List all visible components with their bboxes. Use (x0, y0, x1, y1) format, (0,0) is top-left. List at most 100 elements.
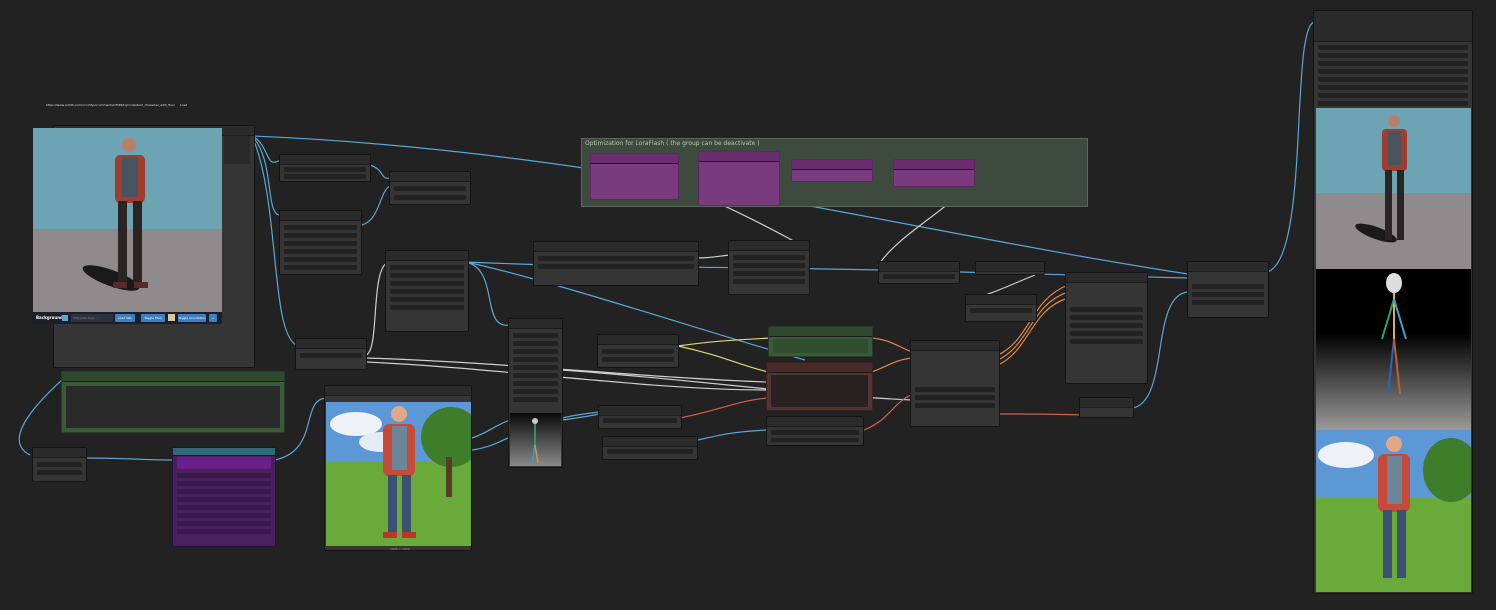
model-sampling-node[interactable] (766, 416, 864, 446)
node-widget[interactable] (538, 264, 694, 269)
node-widget[interactable] (733, 255, 805, 260)
lora-optimizer-node[interactable] (791, 159, 873, 182)
add-button[interactable]: + (209, 314, 217, 322)
settings-node[interactable] (279, 210, 362, 275)
node-widget[interactable] (733, 263, 805, 268)
node-widget[interactable] (177, 505, 271, 510)
empty-latent-node[interactable] (598, 405, 682, 429)
apply-controlnet-node[interactable] (910, 340, 1000, 427)
load-url-button[interactable]: Load URL (115, 314, 135, 322)
negative-conditioning-node[interactable] (766, 362, 873, 411)
node-widget[interactable] (284, 167, 366, 172)
node-widget[interactable] (513, 397, 558, 402)
toggle-annotation-button[interactable]: Toggle Annotation (178, 314, 206, 322)
node-widget[interactable] (602, 349, 674, 354)
node-widget[interactable] (513, 381, 558, 386)
node-widget[interactable] (1192, 284, 1264, 289)
text-encode-node[interactable] (533, 241, 699, 286)
node-widget[interactable] (224, 136, 250, 164)
node-widget[interactable] (390, 273, 464, 278)
node-widget[interactable] (177, 481, 271, 486)
node-widget[interactable] (1318, 77, 1468, 82)
node-widget[interactable] (883, 274, 955, 279)
node-widget[interactable] (284, 174, 366, 179)
node-widget[interactable] (1318, 53, 1468, 58)
node-widget[interactable] (513, 373, 558, 378)
checkpoint-loader-node[interactable] (295, 338, 367, 370)
image-output-node[interactable] (1187, 261, 1269, 318)
model-node[interactable] (878, 261, 960, 284)
node-graph-canvas[interactable]: https://www.reddit.com/r/comfyui/comment… (0, 0, 1496, 610)
scheduler-node[interactable] (965, 294, 1037, 322)
node-widget[interactable] (915, 403, 995, 408)
node-widget[interactable] (1070, 307, 1143, 312)
lora-optimizer-node[interactable] (893, 159, 975, 187)
lora-optimizer-node[interactable] (698, 151, 780, 206)
guidance-node[interactable] (728, 240, 810, 295)
node-widget[interactable] (513, 333, 558, 338)
node-widget[interactable] (1318, 45, 1468, 50)
node-widget[interactable] (1070, 315, 1143, 320)
node-widget[interactable] (1070, 339, 1143, 344)
lora-stack-node[interactable] (172, 447, 276, 547)
node-widget[interactable] (538, 256, 694, 261)
node-widget[interactable] (771, 430, 859, 435)
model-loader-node[interactable] (385, 250, 469, 332)
node-widget[interactable] (37, 470, 82, 475)
node-widget[interactable] (284, 233, 357, 238)
color-swatch-icon[interactable] (62, 315, 68, 321)
node-widget[interactable] (177, 529, 271, 534)
node-widget[interactable] (915, 395, 995, 400)
node-widget[interactable] (513, 349, 558, 354)
node-widget[interactable] (284, 265, 357, 270)
workflow-link[interactable]: Load (180, 103, 187, 107)
toggle-swatch-icon[interactable] (168, 314, 175, 321)
prompt-textarea[interactable] (66, 386, 280, 428)
controlnet-loader-node[interactable] (597, 334, 679, 368)
node-widget[interactable] (1318, 85, 1468, 90)
node-widget[interactable] (284, 241, 357, 246)
positive-prompt-node[interactable] (61, 371, 285, 433)
lora-header-widget[interactable] (177, 457, 271, 469)
toggle-flow-button[interactable]: Toggle Flow (141, 314, 165, 322)
lora-optimizer-node[interactable] (590, 153, 679, 200)
node-widget[interactable] (1318, 69, 1468, 74)
node-widget[interactable] (284, 257, 357, 262)
reroute-node[interactable] (975, 261, 1045, 275)
node-widget[interactable] (1318, 61, 1468, 66)
node-widget[interactable] (970, 308, 1032, 313)
node-widget[interactable] (773, 339, 868, 353)
url-input[interactable]: http://api.keys... (71, 314, 113, 322)
node-widget[interactable] (513, 341, 558, 346)
image-scale-node[interactable] (389, 171, 471, 205)
node-widget[interactable] (177, 489, 271, 494)
node-widget[interactable] (602, 357, 674, 362)
node-widget[interactable] (733, 271, 805, 276)
node-widget[interactable] (513, 365, 558, 370)
node-widget[interactable] (177, 497, 271, 502)
node-widget[interactable] (177, 513, 271, 518)
node-widget[interactable] (390, 289, 464, 294)
node-widget[interactable] (284, 249, 357, 254)
node-widget[interactable] (300, 353, 362, 358)
node-widget[interactable] (603, 418, 677, 423)
node-widget[interactable] (177, 521, 271, 526)
node-widget[interactable] (915, 387, 995, 392)
node-widget[interactable] (513, 389, 558, 394)
node-widget[interactable] (390, 297, 464, 302)
node-widget[interactable] (390, 305, 464, 310)
seed-node[interactable] (32, 447, 87, 482)
node-widget[interactable] (394, 195, 466, 200)
node-widget[interactable] (1070, 331, 1143, 336)
node-widget[interactable] (607, 449, 693, 454)
positive-conditioning-node[interactable] (768, 326, 873, 357)
node-widget[interactable] (37, 462, 82, 467)
node-widget[interactable] (1192, 292, 1264, 297)
node-widget[interactable] (394, 186, 466, 191)
resize-node[interactable] (279, 154, 371, 182)
node-widget[interactable] (177, 473, 271, 478)
vae-decode-node[interactable] (1079, 397, 1134, 418)
node-widget[interactable] (390, 281, 464, 286)
node-widget[interactable] (1192, 300, 1264, 305)
ksampler-node[interactable] (1065, 272, 1148, 384)
